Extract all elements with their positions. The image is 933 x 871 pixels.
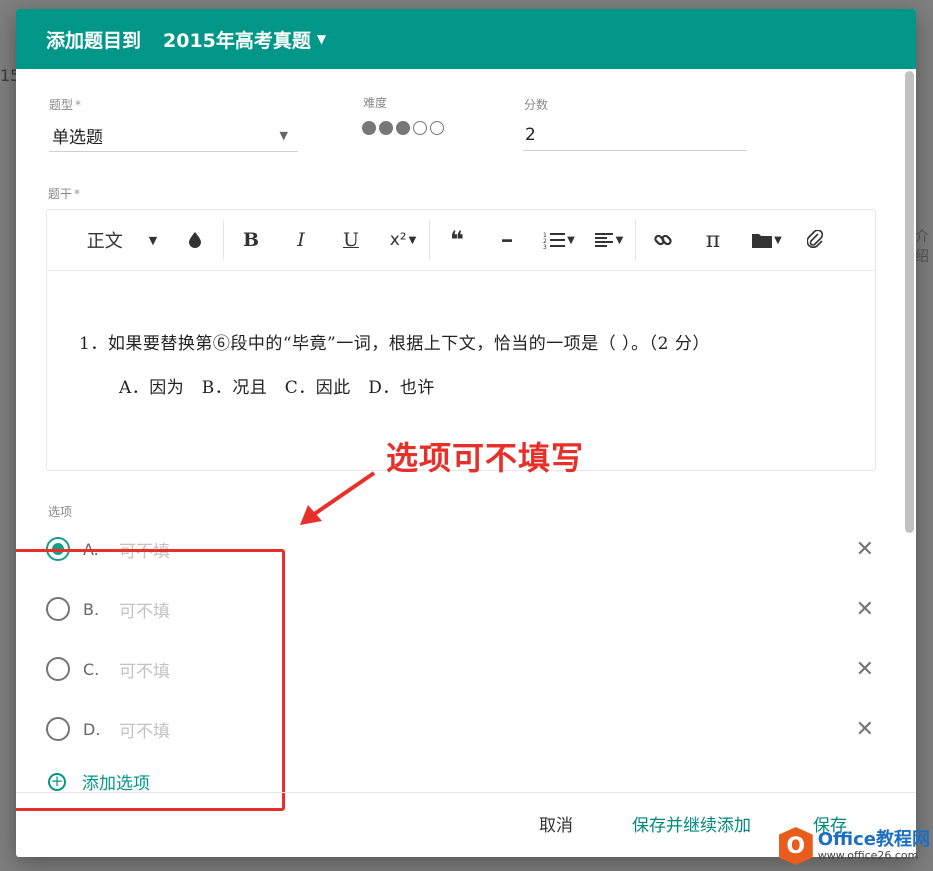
- file-dropdown[interactable]: ▼: [747, 210, 787, 270]
- required-mark: *: [74, 187, 81, 201]
- question-choices-text: A．因为 B．况且 C．因此 D．也许: [119, 378, 435, 398]
- dropdown-arrow-icon: ▼: [279, 128, 288, 142]
- save-and-continue-button[interactable]: 保存并继续添加: [632, 811, 751, 836]
- difficulty-dot[interactable]: [430, 121, 444, 135]
- horizontal-rule-button[interactable]: ━: [495, 210, 519, 270]
- superscript-button[interactable]: x² ▼: [383, 210, 423, 270]
- toolbar-divider: [223, 220, 224, 260]
- watermark-title: Office教程网: [817, 829, 930, 850]
- question-type-select[interactable]: 单选题 ▼: [49, 119, 298, 152]
- annotation-highlight-box: [16, 549, 285, 811]
- folder-icon: [752, 234, 773, 248]
- question-type-label-text: 题型: [49, 98, 74, 112]
- toolbar-divider: [635, 220, 636, 260]
- svg-text:3: 3: [543, 244, 547, 249]
- collection-name: 2015年高考真题: [163, 29, 311, 52]
- add-question-dialog: 添加题目到 2015年高考真题 ▼ 题型 * 单选题 ▼ 难度 分数 2 题干 *: [16, 9, 916, 857]
- align-left-icon: [594, 233, 613, 247]
- chevron-down-icon: ▼: [615, 234, 624, 246]
- ordered-list-icon: 123: [543, 232, 566, 249]
- text-color-icon[interactable]: [183, 210, 207, 270]
- background-text-fragment-right: 介绍: [915, 229, 929, 265]
- close-icon[interactable]: ✕: [856, 657, 874, 682]
- italic-button[interactable]: I: [289, 210, 313, 270]
- score-input[interactable]: 2: [523, 119, 747, 151]
- close-icon[interactable]: ✕: [856, 537, 874, 562]
- blockquote-button[interactable]: ❝: [445, 210, 469, 270]
- chevron-down-icon: ▼: [316, 32, 327, 46]
- difficulty-dot[interactable]: [362, 121, 376, 135]
- difficulty-dot[interactable]: [379, 121, 393, 135]
- chevron-down-icon: ▼: [774, 234, 782, 246]
- dialog-header: 添加题目到 2015年高考真题 ▼: [16, 9, 916, 69]
- chevron-down-icon: ▼: [567, 234, 575, 246]
- math-formula-button[interactable]: π: [701, 210, 725, 270]
- close-icon[interactable]: ✕: [856, 717, 874, 742]
- score-label: 分数: [524, 98, 549, 112]
- chevron-down-icon: ▼: [148, 233, 158, 247]
- watermark: O Office教程网 www.office26.com: [778, 827, 930, 865]
- cancel-button[interactable]: 取消: [539, 811, 573, 836]
- difficulty-rating[interactable]: [362, 121, 444, 135]
- align-dropdown[interactable]: ▼: [589, 210, 629, 270]
- collection-dropdown[interactable]: 2015年高考真题 ▼: [163, 26, 326, 53]
- question-type-label: 题型 *: [49, 96, 81, 113]
- rich-text-editor: 正文 ▼ B I U x² ▼ ❝ ━ 123 ▼ ▼ π ▼ 1．如果要替换第…: [46, 209, 876, 471]
- scrollbar-thumb[interactable]: [905, 71, 914, 533]
- question-text: 1．如果要替换第⑥段中的“毕竟”一词，根据上下文，恰当的一项是（ ）。（2 分）: [79, 334, 710, 354]
- toolbar-divider: [429, 220, 430, 260]
- superscript-label: x²: [389, 230, 407, 250]
- difficulty-dot[interactable]: [396, 121, 410, 135]
- scrollbar[interactable]: [904, 69, 916, 793]
- difficulty-label: 难度: [363, 96, 388, 110]
- question-stem-label-text: 题干: [48, 187, 73, 201]
- attachment-icon[interactable]: [803, 210, 827, 270]
- paragraph-format-label: 正文: [86, 231, 123, 252]
- question-stem-label: 题干 *: [48, 185, 80, 202]
- ordered-list-dropdown[interactable]: 123 ▼: [539, 210, 579, 270]
- required-mark: *: [75, 98, 82, 112]
- difficulty-dot[interactable]: [413, 121, 427, 135]
- close-icon[interactable]: ✕: [856, 597, 874, 622]
- dialog-title: 添加题目到: [46, 29, 142, 52]
- office-logo-icon: O: [778, 827, 813, 865]
- editor-toolbar: 正文 ▼ B I U x² ▼ ❝ ━ 123 ▼ ▼ π ▼: [47, 210, 875, 271]
- dialog-body: 题型 * 单选题 ▼ 难度 分数 2 题干 * 正文 ▼ B I U x² ▼ …: [16, 69, 916, 811]
- link-icon[interactable]: [651, 210, 675, 270]
- bold-button[interactable]: B: [239, 210, 263, 270]
- watermark-url: www.office26.com: [817, 849, 919, 862]
- options-label: 选项: [48, 505, 73, 519]
- annotation-label: 选项可不填写: [386, 439, 585, 477]
- paragraph-format-dropdown[interactable]: 正文 ▼: [77, 210, 167, 270]
- annotation-arrow-icon: [300, 471, 376, 525]
- question-type-value: 单选题: [52, 127, 103, 148]
- underline-button[interactable]: U: [339, 210, 363, 270]
- chevron-down-icon: ▼: [408, 234, 417, 246]
